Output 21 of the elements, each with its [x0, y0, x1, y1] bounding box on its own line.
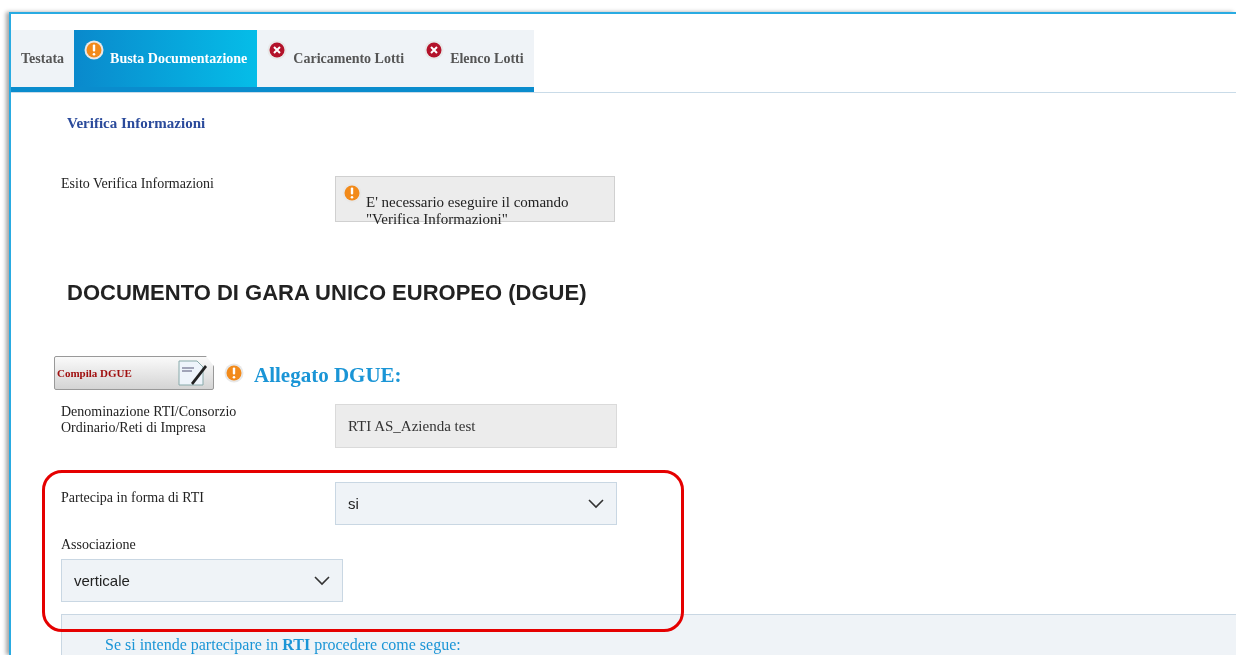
field-label: Esito Verifica Informazioni — [61, 176, 215, 192]
field-label: Partecipa in forma di RTI — [61, 489, 205, 506]
tab[interactable]: Elenco Lotti — [414, 30, 534, 87]
field-label: Associazione — [61, 537, 137, 553]
page-heading: DOCUMENTO DI GARA UNICO EUROPEO (DGUE) — [67, 280, 588, 306]
chevron-down-icon — [588, 498, 604, 509]
error-icon — [424, 40, 445, 60]
text-field[interactable]: RTI AS_Azienda test — [335, 404, 617, 448]
dropdown[interactable]: si — [335, 482, 617, 525]
chevron-down-icon — [314, 575, 330, 586]
field-label: Denominazione RTI/Consorzio Ordinario/Reti di Impresa — [61, 404, 238, 436]
error-icon — [267, 40, 288, 60]
tab[interactable]: Caricamento Lotti — [257, 30, 415, 87]
section-title: Verifica Informazioni — [67, 115, 207, 132]
dropdown[interactable]: verticale — [61, 559, 343, 602]
document-pen-icon — [177, 359, 209, 387]
warning-icon — [84, 40, 105, 60]
info-text: Se si intende partecipare in RTI procedere come segue: — [105, 636, 461, 653]
section-title: Allegato DGUE: — [254, 362, 402, 388]
tab[interactable]: Testata — [11, 30, 75, 87]
compile-button[interactable]: Compila DGUE — [54, 356, 214, 390]
